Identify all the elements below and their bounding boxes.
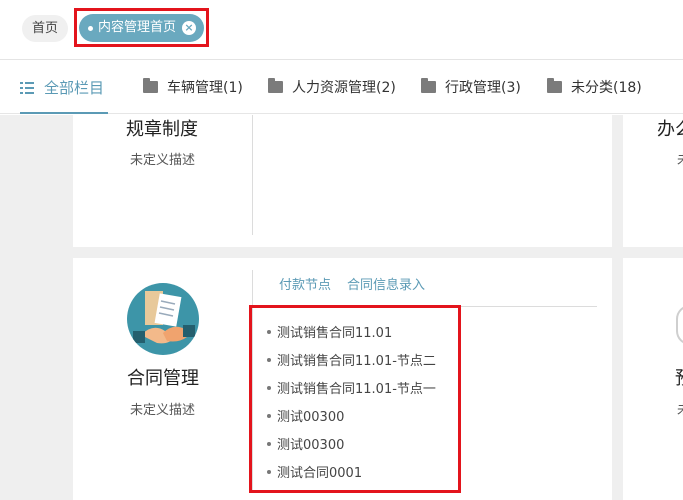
card-desc: 未: [677, 149, 683, 168]
card-desc: 未: [677, 399, 683, 418]
card-title[interactable]: 规章制度: [126, 115, 198, 141]
card-title[interactable]: 办么: [657, 115, 683, 141]
tag-home[interactable]: 首页: [22, 15, 68, 42]
tag-content-home-label: 内容管理首页: [98, 20, 177, 35]
card-title[interactable]: 合同管理: [127, 364, 199, 390]
link-payment-node[interactable]: 付款节点: [279, 274, 331, 293]
active-dot-icon: [88, 26, 93, 31]
link-contract-entry[interactable]: 合同信息录入: [347, 274, 425, 293]
card-desc: 未定义描述: [130, 403, 196, 418]
content-management-page: 首页 内容管理首页 × 全部栏目 车辆管理(1) 人力资源管理(2) 行政管理(…: [0, 0, 683, 500]
contract-handshake-icon[interactable]: [127, 283, 199, 355]
tab-label: 车辆管理(1): [167, 80, 243, 96]
card-desc: 未定义描述: [130, 153, 196, 168]
tag-content-home[interactable]: 内容管理首页 ×: [79, 14, 204, 42]
divider: [252, 115, 253, 235]
folder-icon: [143, 78, 158, 93]
tag-bar: 首页 内容管理首页 ×: [0, 0, 683, 60]
tab-all-columns[interactable]: 全部栏目: [20, 62, 108, 114]
highlight-frame: [249, 305, 461, 493]
list-icon: [20, 82, 34, 94]
card-title[interactable]: 預: [675, 364, 683, 390]
card-right-partial: [623, 258, 683, 500]
folder-icon: [421, 78, 436, 93]
folder-icon: [547, 78, 562, 93]
tab-label: 人力资源管理(2): [292, 80, 396, 96]
tab-label: 行政管理(3): [445, 80, 521, 96]
tab-label: 未分类(18): [571, 80, 642, 96]
close-icon[interactable]: ×: [182, 21, 196, 35]
folder-icon: [268, 78, 283, 93]
tab-label: 全部栏目: [44, 79, 105, 97]
category-tab-bar: 全部栏目 车辆管理(1) 人力资源管理(2) 行政管理(3) 未分类(18): [0, 62, 683, 114]
